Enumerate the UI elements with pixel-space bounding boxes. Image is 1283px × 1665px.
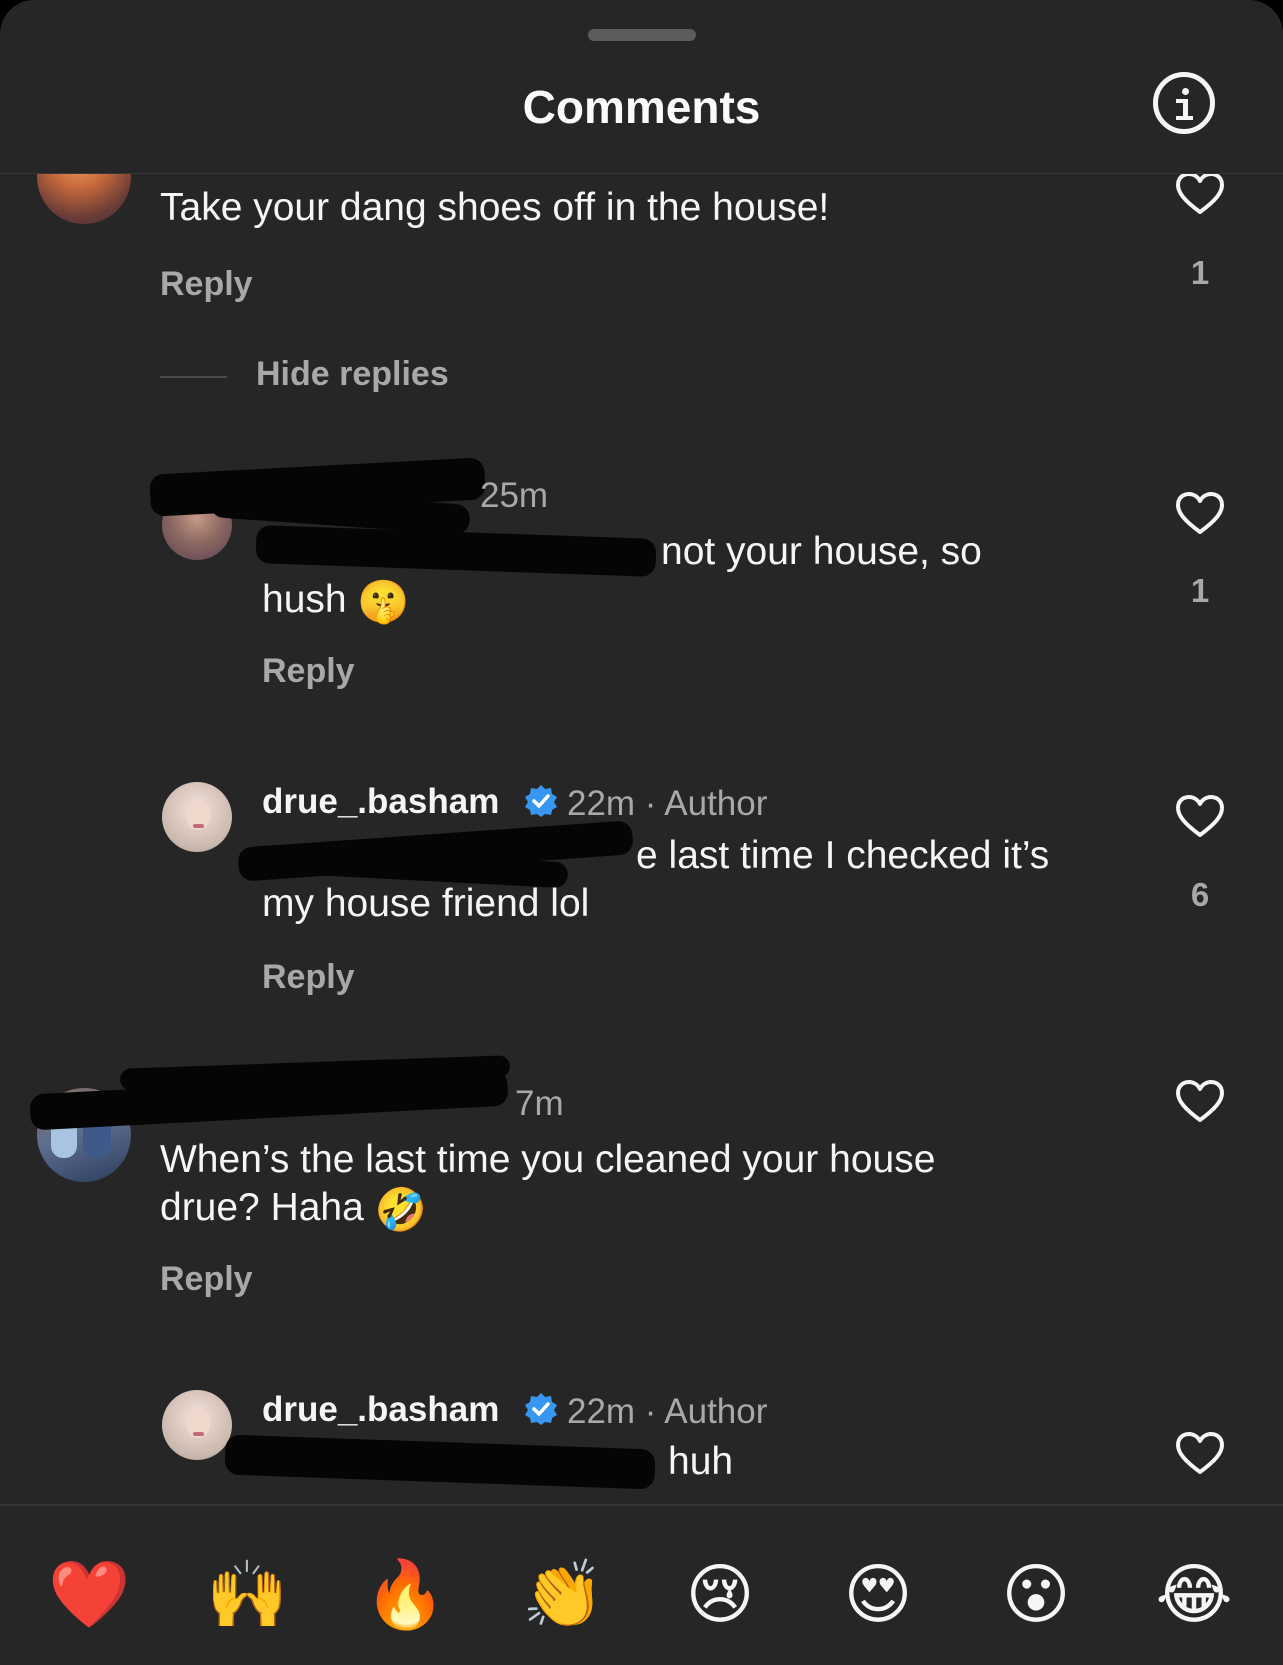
comment-time: 7m xyxy=(515,1084,564,1123)
tears-of-joy-icon[interactable]: 😂 xyxy=(1154,1554,1234,1634)
heart-icon[interactable] xyxy=(1175,492,1225,536)
comment-text: Take your dang shoes off in the house! xyxy=(160,186,830,229)
red-heart-icon[interactable]: ❤️ xyxy=(48,1554,130,1634)
surprised-face-icon[interactable]: 😮 xyxy=(996,1554,1076,1634)
reply-button[interactable]: Reply xyxy=(262,652,355,691)
like-count: 1 xyxy=(1190,254,1210,291)
comment-text: drue? Haha 🤣 xyxy=(160,1185,427,1233)
hide-replies-button[interactable]: Hide replies xyxy=(256,355,449,394)
comment-username[interactable]: drue_.basham xyxy=(262,782,499,822)
raising-hands-icon[interactable]: 🙌 xyxy=(206,1554,288,1634)
drag-handle[interactable] xyxy=(588,29,696,41)
rolling-laughing-face-icon: 🤣 xyxy=(374,1185,427,1233)
page-title: Comments xyxy=(522,81,761,133)
avatar[interactable] xyxy=(37,174,131,224)
comment-text: huh xyxy=(668,1440,734,1483)
thread-line xyxy=(160,376,227,378)
info-icon[interactable] xyxy=(1153,72,1215,134)
like-count: 1 xyxy=(1190,572,1210,609)
comment-text: not your house, so xyxy=(661,530,982,573)
crying-face-icon[interactable]: 😢 xyxy=(680,1554,760,1634)
redacted-mention xyxy=(224,1434,656,1490)
reply-button[interactable]: Reply xyxy=(160,1260,253,1299)
comment-text: e last time I checked it’s xyxy=(636,834,1050,877)
heart-eyes-icon[interactable]: 😍 xyxy=(838,1554,918,1634)
comment-text: When’s the last time you cleaned your ho… xyxy=(160,1138,936,1181)
reply-button[interactable]: Reply xyxy=(262,958,355,997)
heart-icon[interactable] xyxy=(1175,1080,1225,1124)
comment-meta: 22m · Author xyxy=(567,1392,768,1431)
reply-button[interactable]: Reply xyxy=(160,265,253,304)
heart-icon[interactable] xyxy=(1175,174,1225,216)
redacted-mention xyxy=(255,525,657,577)
comment-text: hush 🤫 xyxy=(262,577,410,625)
avatar[interactable] xyxy=(162,782,232,852)
heart-icon[interactable] xyxy=(1175,1432,1225,1476)
clapping-hands-icon[interactable]: 👏 xyxy=(522,1554,604,1634)
comment-time: 25m xyxy=(480,476,549,515)
heart-icon[interactable] xyxy=(1175,795,1225,839)
comment-meta: 22m · Author xyxy=(567,784,768,823)
comment-username[interactable]: drue_.basham xyxy=(262,1390,499,1430)
avatar[interactable] xyxy=(162,1390,232,1460)
shushing-face-icon: 🤫 xyxy=(357,577,410,625)
comment-list[interactable]: Take your dang shoes off in the house! R… xyxy=(0,174,1283,1504)
like-count: 6 xyxy=(1190,876,1210,913)
verified-badge-icon xyxy=(525,785,557,817)
fire-icon[interactable]: 🔥 xyxy=(364,1554,446,1634)
verified-badge-icon xyxy=(525,1393,557,1425)
quick-reactions-bar: ❤️ 🙌 🔥 👏 😢 😍 😮 😂 xyxy=(0,1506,1283,1665)
comment-text: my house friend lol xyxy=(262,882,590,925)
comments-sheet: Comments Take your dang shoes off in the… xyxy=(0,0,1283,1665)
